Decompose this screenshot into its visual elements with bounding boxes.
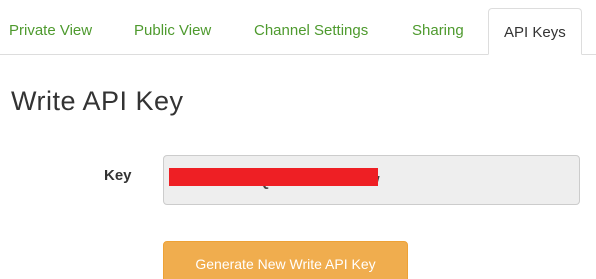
key-label: Key: [104, 167, 132, 184]
section-title: Write API Key: [11, 86, 184, 116]
tab-channel-settings[interactable]: Channel Settings: [254, 22, 368, 39]
tab-sharing[interactable]: Sharing: [412, 22, 464, 39]
tab-private-view[interactable]: Private View: [9, 22, 92, 39]
write-api-key-field[interactable]: 7S2Y0S0KQKG0B0BWOW: [163, 155, 580, 205]
tab-api-keys[interactable]: API Keys: [488, 8, 582, 55]
api-keys-page: Private View Public View Channel Setting…: [0, 0, 596, 279]
tab-public-view[interactable]: Public View: [134, 22, 211, 39]
redaction-bar: [169, 168, 378, 186]
channel-tabs: Private View Public View Channel Setting…: [0, 0, 596, 55]
generate-write-api-key-button[interactable]: Generate New Write API Key: [163, 241, 408, 279]
